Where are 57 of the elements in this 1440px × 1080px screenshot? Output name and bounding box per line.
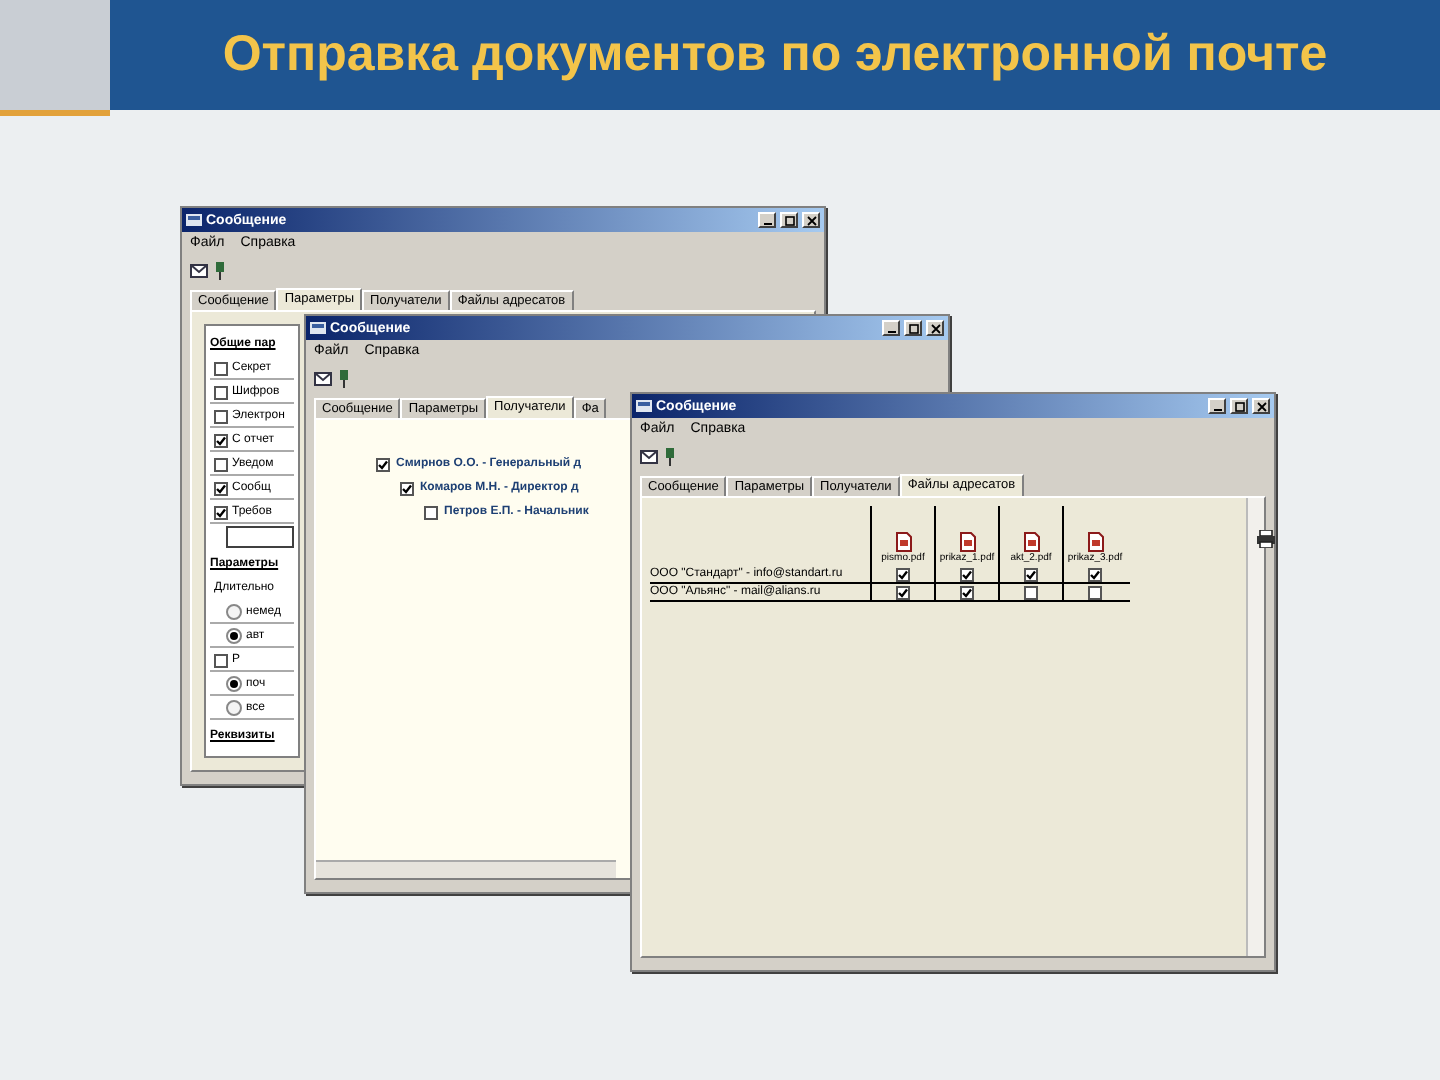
envelope-icon[interactable] bbox=[640, 449, 658, 463]
checkbox[interactable] bbox=[214, 385, 228, 399]
checkbox[interactable] bbox=[214, 653, 228, 667]
maximize-icon bbox=[907, 323, 919, 333]
minimize-button[interactable] bbox=[1208, 398, 1226, 414]
app-icon bbox=[636, 400, 652, 412]
app-icon bbox=[310, 322, 326, 334]
checkbox[interactable] bbox=[1088, 585, 1102, 599]
checkbox[interactable] bbox=[1024, 585, 1038, 599]
envelope-icon[interactable] bbox=[190, 263, 208, 277]
close-button[interactable] bbox=[1252, 398, 1270, 414]
radio-button[interactable] bbox=[226, 676, 242, 692]
maximize-button[interactable] bbox=[1230, 398, 1248, 414]
checkbox[interactable] bbox=[1088, 567, 1102, 581]
app-icon bbox=[186, 214, 202, 226]
checkbox[interactable] bbox=[214, 505, 228, 519]
checkbox[interactable] bbox=[214, 409, 228, 423]
checkbox[interactable] bbox=[1024, 567, 1038, 581]
checkbox[interactable] bbox=[214, 481, 228, 495]
checkbox[interactable] bbox=[376, 457, 390, 471]
checkbox[interactable] bbox=[424, 505, 438, 519]
close-icon bbox=[1255, 401, 1267, 411]
checkbox[interactable] bbox=[960, 585, 974, 599]
horizontal-scrollbar[interactable] bbox=[316, 860, 616, 878]
pdf-file-icon bbox=[1023, 532, 1039, 552]
vertical-scrollbar[interactable] bbox=[1246, 498, 1264, 956]
close-button[interactable] bbox=[926, 320, 944, 336]
minimize-button[interactable] bbox=[882, 320, 900, 336]
maximize-button[interactable] bbox=[904, 320, 922, 336]
pdf-file-icon bbox=[895, 532, 911, 552]
radio-button[interactable] bbox=[226, 604, 242, 620]
checkbox[interactable] bbox=[214, 361, 228, 375]
checkbox[interactable] bbox=[400, 481, 414, 495]
checkbox[interactable] bbox=[214, 457, 228, 471]
close-button[interactable] bbox=[802, 212, 820, 228]
close-icon bbox=[929, 323, 941, 333]
pdf-file-icon bbox=[1087, 532, 1103, 552]
close-icon bbox=[805, 215, 817, 225]
radio-button[interactable] bbox=[226, 628, 242, 644]
radio-button[interactable] bbox=[226, 700, 242, 716]
checkbox[interactable] bbox=[214, 433, 228, 447]
maximize-icon bbox=[1233, 401, 1245, 411]
checkbox[interactable] bbox=[896, 567, 910, 581]
checkbox[interactable] bbox=[896, 585, 910, 599]
pin-icon[interactable] bbox=[338, 369, 350, 387]
minimize-button[interactable] bbox=[758, 212, 776, 228]
maximize-button[interactable] bbox=[780, 212, 798, 228]
envelope-icon[interactable] bbox=[314, 371, 332, 385]
input-field[interactable] bbox=[226, 526, 294, 548]
maximize-icon bbox=[783, 215, 795, 225]
photo-placeholder bbox=[0, 0, 110, 110]
slide-title: Отправка документов по электронной почте bbox=[220, 30, 1330, 80]
pdf-file-icon bbox=[959, 532, 975, 552]
checkbox[interactable] bbox=[960, 567, 974, 581]
printer-icon[interactable] bbox=[1256, 530, 1276, 548]
pin-icon[interactable] bbox=[214, 261, 226, 279]
pin-icon[interactable] bbox=[664, 447, 676, 465]
